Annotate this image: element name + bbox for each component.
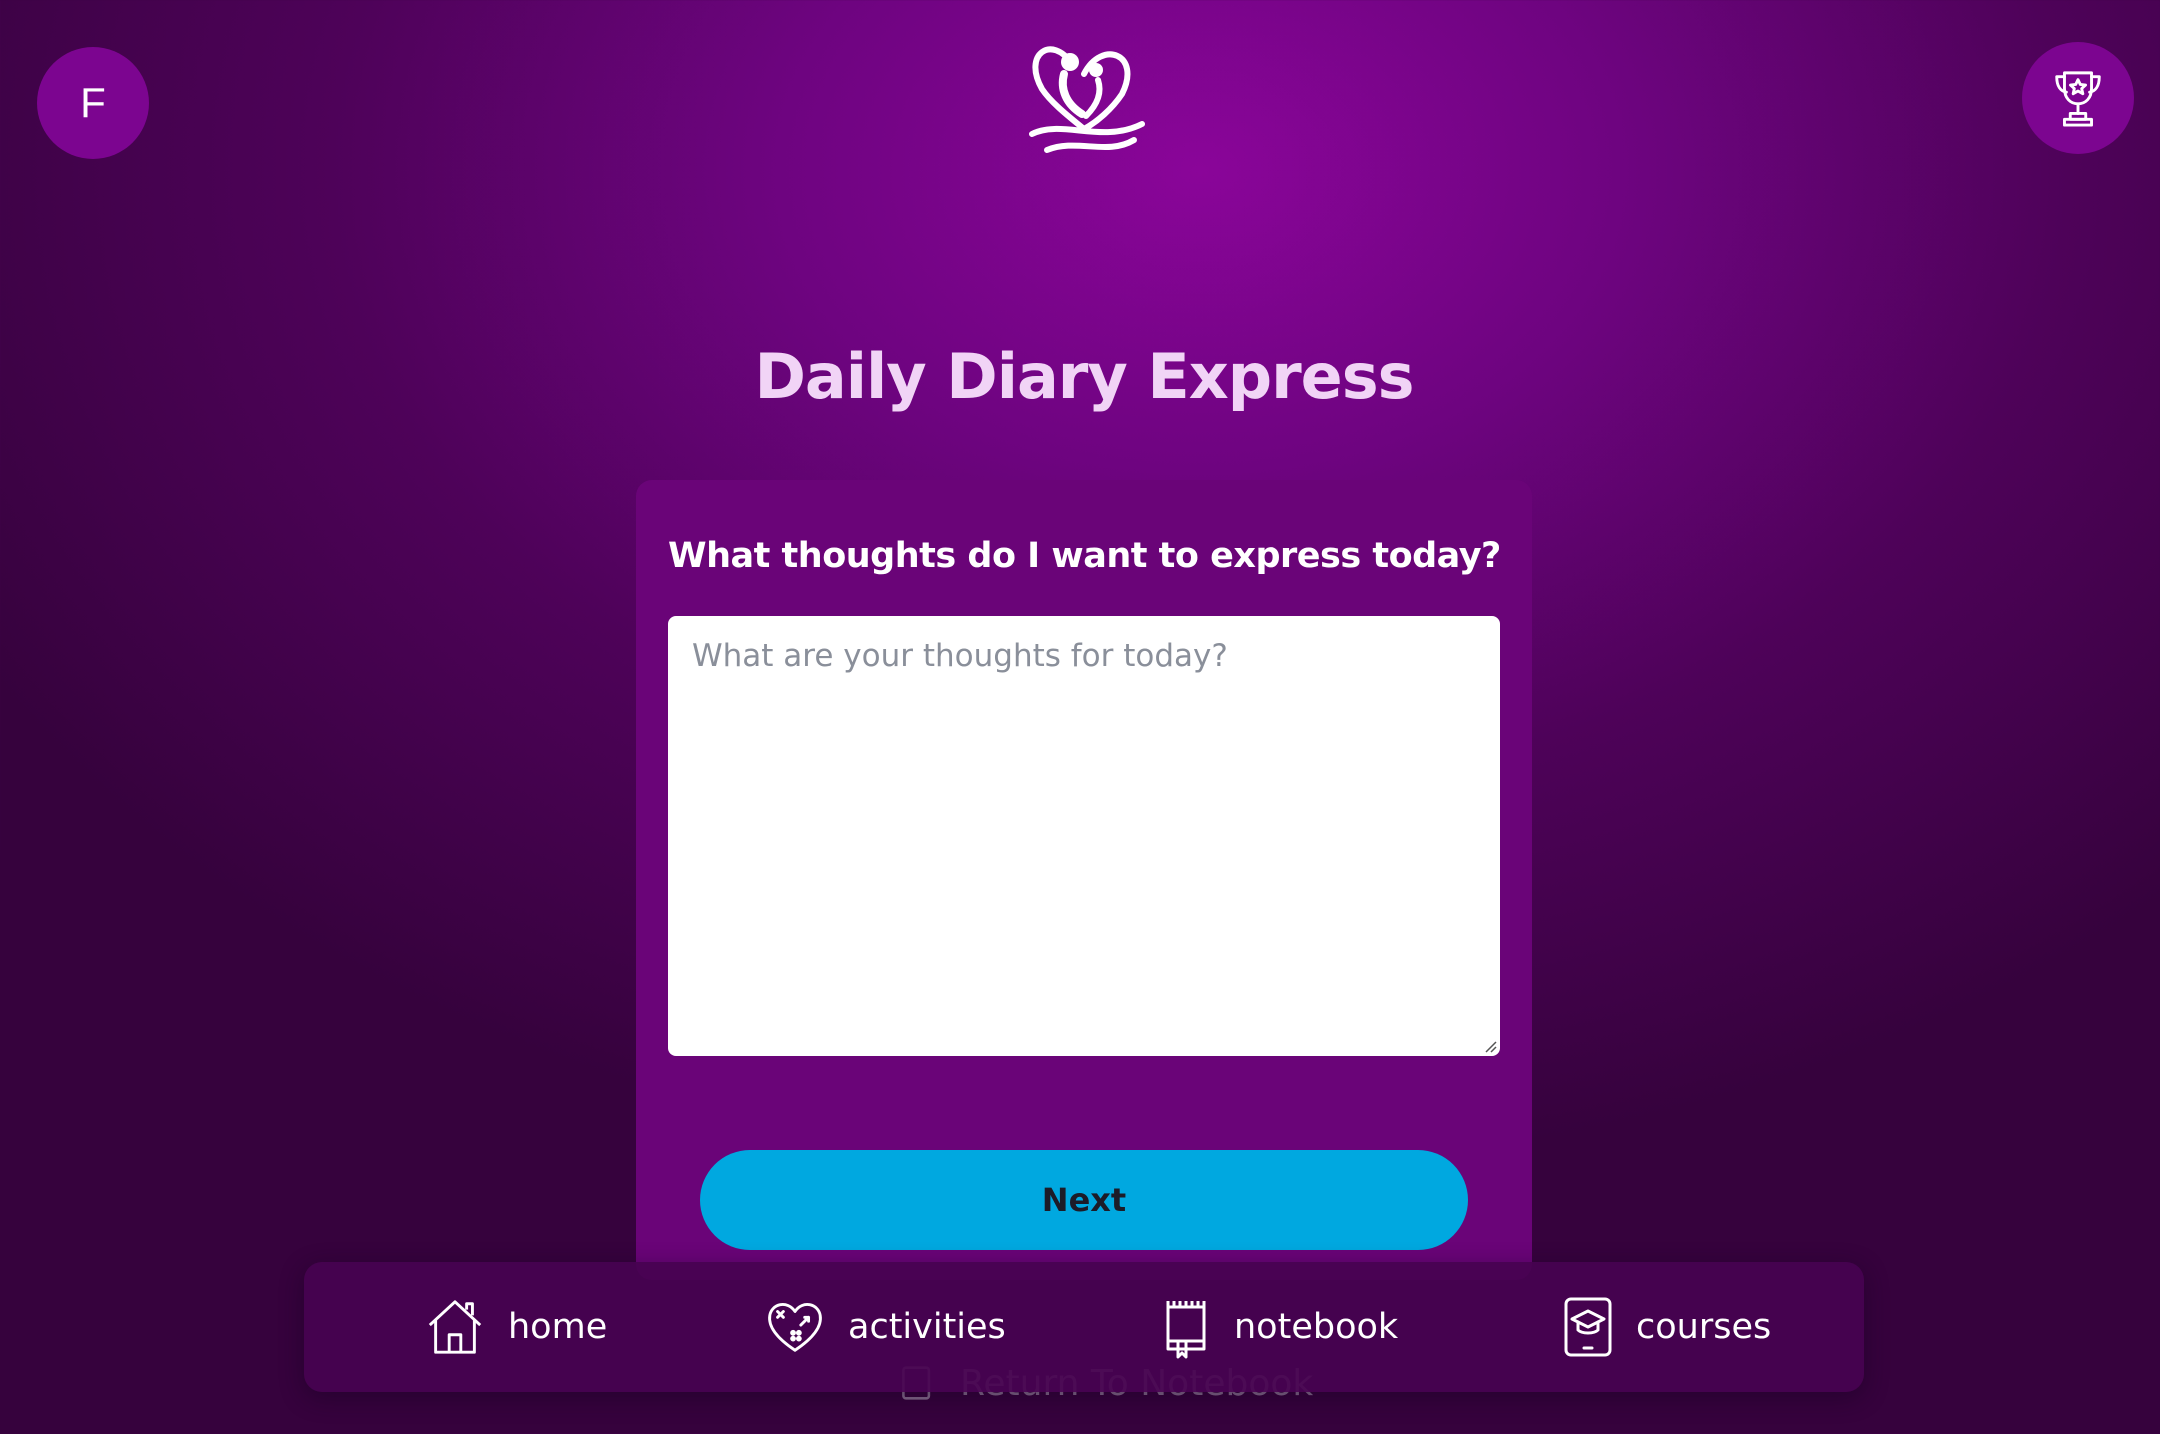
trophy-icon xyxy=(2055,71,2101,127)
nav-item-activities[interactable]: activities xyxy=(764,1262,1006,1392)
nav-label-courses: courses xyxy=(1636,1307,1772,1347)
notebook-icon xyxy=(1166,1301,1206,1359)
nav-label-notebook: notebook xyxy=(1234,1307,1399,1347)
diary-question: What thoughts do I want to express today… xyxy=(668,536,1501,576)
achievements-button[interactable] xyxy=(2022,42,2134,154)
nav-label-home: home xyxy=(508,1307,608,1347)
user-avatar-button[interactable]: F xyxy=(37,47,149,159)
resize-grip-icon[interactable] xyxy=(1482,1038,1498,1054)
nav-item-notebook[interactable]: notebook xyxy=(1160,1262,1398,1392)
butterfly-heart-logo xyxy=(1012,34,1156,164)
nav-item-courses[interactable]: courses xyxy=(1562,1262,1771,1392)
heart-puzzle-icon xyxy=(768,1303,822,1352)
nav-item-home[interactable]: home xyxy=(424,1262,607,1392)
nav-label-activities: activities xyxy=(848,1307,1006,1347)
bottom-nav: home activities notebook courses xyxy=(304,1262,1864,1392)
next-button[interactable]: Next xyxy=(700,1150,1468,1250)
page-title: Daily Diary Express xyxy=(754,340,1414,413)
graduation-tablet-icon xyxy=(1564,1297,1612,1357)
house-icon xyxy=(428,1300,482,1354)
avatar-initial: F xyxy=(80,79,106,126)
diary-card: What thoughts do I want to express today… xyxy=(636,480,1532,1280)
diary-textarea[interactable] xyxy=(668,616,1500,1056)
